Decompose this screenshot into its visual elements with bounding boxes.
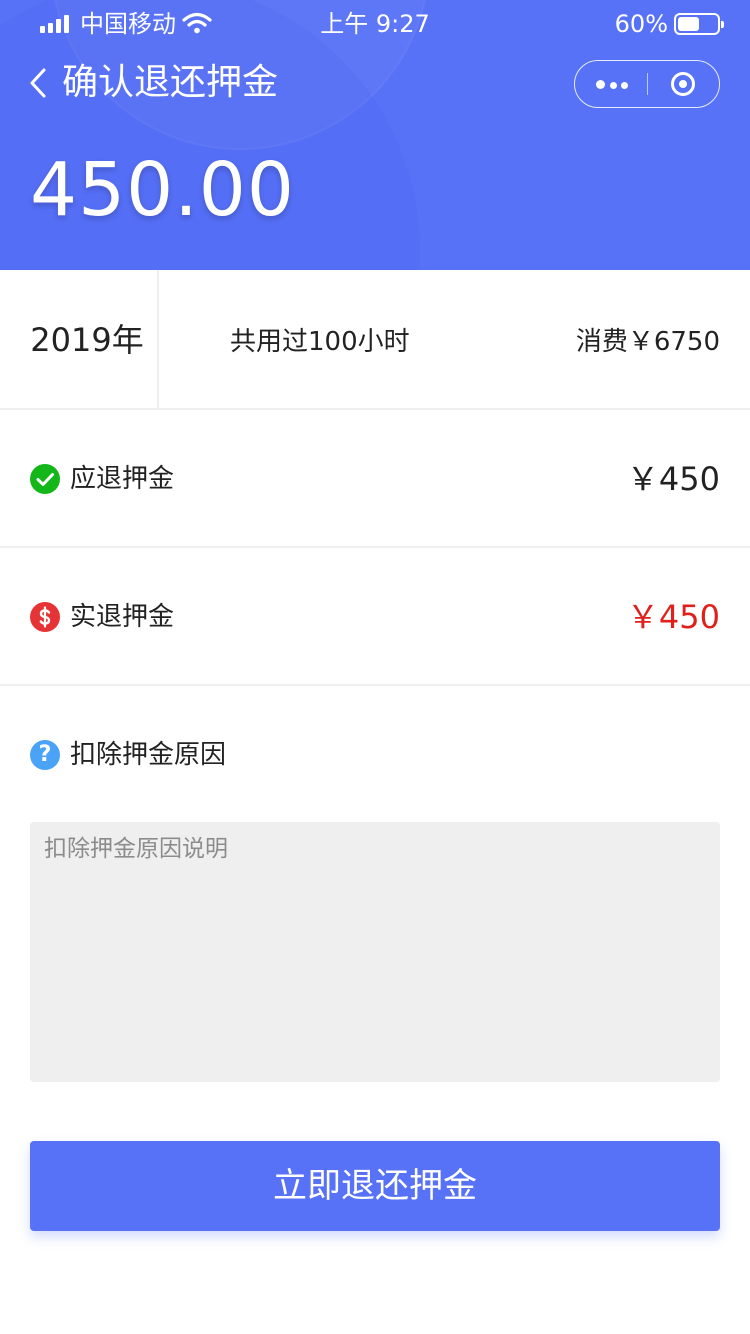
summary-hours: 共用过100小时 xyxy=(230,327,410,357)
mini-program-capsule xyxy=(574,60,720,108)
page-title: 确认退还押金 xyxy=(62,62,279,103)
actual-refund-row: 实退押金 ￥450 xyxy=(0,548,750,686)
summary-year-cell: 2019年 xyxy=(0,270,159,410)
question-circle-icon: ? xyxy=(30,740,60,770)
back-icon[interactable] xyxy=(26,64,52,102)
status-bar: 中国移动 上午 9:27 60% xyxy=(0,0,750,48)
refundable-deposit-row: 应退押金 ￥450 xyxy=(0,410,750,548)
reason-label: 扣除押金原因 xyxy=(70,740,227,770)
usage-summary: 2019年 共用过100小时 消费￥6750 xyxy=(0,270,750,410)
row-value: ￥450 xyxy=(626,598,720,636)
check-circle-icon xyxy=(30,464,60,494)
battery-level xyxy=(678,17,700,31)
deposit-amount: 450.00 xyxy=(30,147,295,233)
row-label: 应退押金 xyxy=(70,464,175,494)
row-value: ￥450 xyxy=(626,460,720,498)
summary-year: 2019年 xyxy=(30,321,144,359)
refund-deposit-button[interactable]: 立即退还押金 xyxy=(30,1141,720,1231)
battery-icon xyxy=(674,13,724,35)
battery-percentage: 60% xyxy=(614,10,668,38)
close-mini-program-icon[interactable] xyxy=(648,61,720,107)
dollar-circle-icon xyxy=(30,602,60,632)
row-label: 实退押金 xyxy=(70,602,175,632)
summary-cost: 消费￥6750 xyxy=(575,327,720,357)
more-icon[interactable] xyxy=(575,61,647,107)
deduction-reason-input[interactable] xyxy=(30,822,720,1082)
header: 中国移动 上午 9:27 60% 确认退还押金 450.00 xyxy=(0,0,750,270)
